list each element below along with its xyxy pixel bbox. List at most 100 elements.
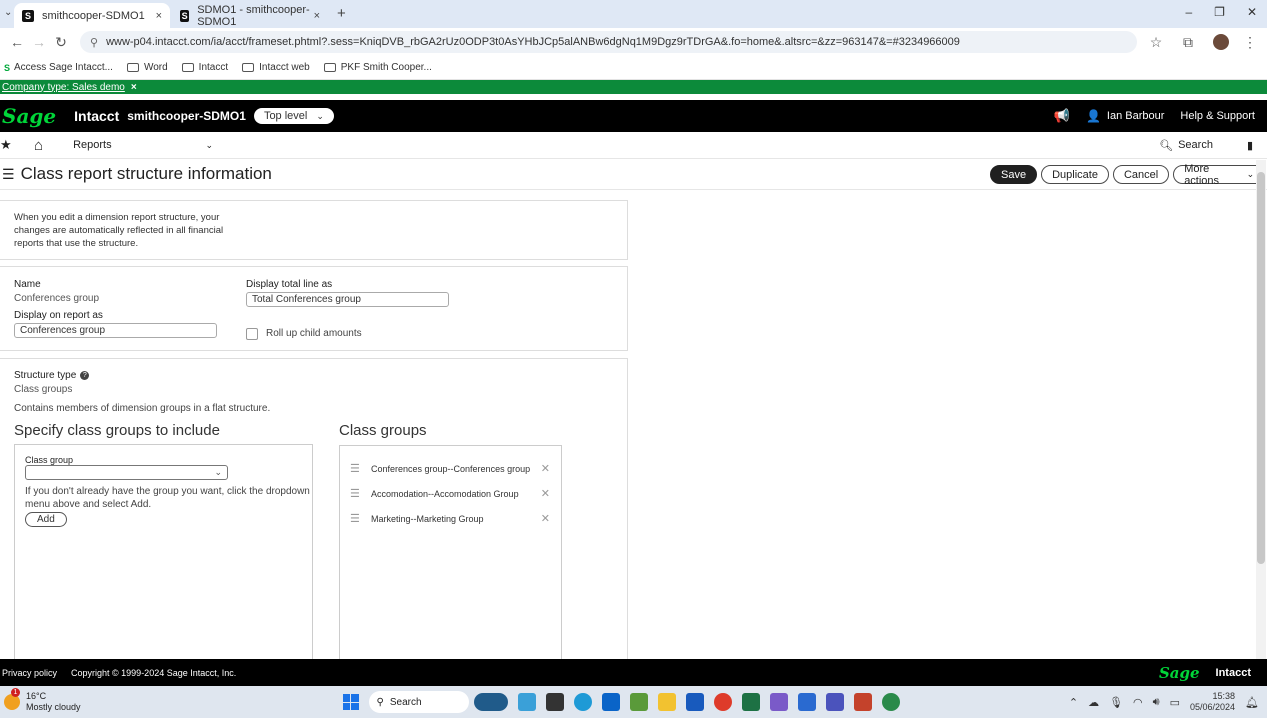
help-icon[interactable]: ? xyxy=(80,371,90,380)
remove-icon[interactable]: ✕ xyxy=(541,487,550,500)
search-label: Search xyxy=(1178,139,1213,151)
tab-sdmo1[interactable]: S SDMO1 - smithcooper-SDMO1 × xyxy=(172,3,328,28)
wifi-icon[interactable]: ◠ xyxy=(1133,696,1143,709)
display-on-report-input[interactable]: Conferences group xyxy=(14,323,217,338)
powerpoint-icon[interactable] xyxy=(853,693,872,711)
forward-icon[interactable]: → xyxy=(28,34,50,50)
folder-icon[interactable] xyxy=(657,693,676,711)
display-on-report-label: Display on report as xyxy=(14,310,103,321)
class-group-item-label: Conferences group--Conferences group xyxy=(371,463,531,474)
list-item[interactable]: ☰ Conferences group--Conferences group ✕ xyxy=(350,462,550,475)
windows-start-icon[interactable] xyxy=(342,694,359,710)
list-item[interactable]: ☰ Accomodation--Accomodation Group ✕ xyxy=(350,487,550,500)
rollup-label: Roll up child amounts xyxy=(266,328,362,339)
add-button[interactable]: Add xyxy=(25,512,67,527)
notification-bell-icon[interactable]: 🔔︎ xyxy=(1245,696,1259,709)
close-window-icon[interactable]: ✕ xyxy=(1247,5,1257,19)
reports-menu[interactable]: Reports ⌄ xyxy=(73,139,213,151)
remove-icon[interactable]: ✕ xyxy=(541,512,550,525)
url-field[interactable]: ⚲ www-p04.intacct.com/ia/acct/frameset.p… xyxy=(80,31,1137,53)
file-explorer-icon[interactable] xyxy=(545,693,564,711)
bookmark-intacct-web[interactable]: Intacct web xyxy=(242,62,310,73)
drag-handle-icon[interactable]: ☰ xyxy=(350,487,360,500)
user-name: Ian Barbour xyxy=(1106,110,1165,122)
edge-icon[interactable] xyxy=(573,693,592,711)
cancel-button[interactable]: Cancel xyxy=(1112,165,1170,184)
level-selector[interactable]: Top level ⌄ xyxy=(253,108,334,124)
onedrive-icon[interactable]: ☁ xyxy=(1088,696,1099,709)
home-icon[interactable]: ⌂ xyxy=(34,137,43,154)
profile-avatar[interactable] xyxy=(1213,34,1229,50)
user-menu[interactable]: 👤 Ian Barbour xyxy=(1086,109,1164,123)
outlook-icon[interactable] xyxy=(601,693,620,711)
list-menu-icon[interactable]: ☰ xyxy=(2,166,15,183)
microphone-icon[interactable]: 🎙︎ xyxy=(1109,696,1123,709)
bookmark-star-icon[interactable]: ☆ xyxy=(1145,34,1167,51)
bookmark-word[interactable]: Word xyxy=(126,62,168,73)
chevron-down-icon: ⌄ xyxy=(205,139,214,150)
name-panel: Name Conferences group Display total lin… xyxy=(0,266,628,351)
chevron-up-icon[interactable]: ⌃ xyxy=(1069,696,1078,709)
structure-description: Contains members of dimension groups in … xyxy=(14,403,271,414)
app-icon[interactable] xyxy=(769,693,788,711)
rollup-checkbox[interactable] xyxy=(246,328,258,340)
class-group-select[interactable]: ⌄ xyxy=(25,465,228,480)
structure-panel: Structure type ? Class groups Contains m… xyxy=(0,358,628,664)
scrollbar-thumb[interactable] xyxy=(1257,172,1265,564)
word-icon[interactable] xyxy=(685,693,704,711)
site-info-icon[interactable]: ⚲ xyxy=(90,36,98,49)
folder-icon xyxy=(242,63,255,72)
tab-list-chevron-icon[interactable]: ⌄ xyxy=(4,7,12,18)
minimize-icon[interactable]: – xyxy=(1185,5,1192,19)
remove-icon[interactable]: ✕ xyxy=(541,462,550,475)
display-total-input[interactable]: Total Conferences group xyxy=(246,292,449,307)
duplicate-button[interactable]: Duplicate xyxy=(1041,165,1109,184)
copilot-widget-icon[interactable] xyxy=(473,693,508,711)
save-button[interactable]: Save xyxy=(990,165,1038,184)
extensions-icon[interactable]: ⧉ xyxy=(1177,34,1199,51)
megaphone-icon[interactable]: 📢 xyxy=(1054,108,1070,124)
bookmark-intacct[interactable]: Intacct xyxy=(181,62,228,73)
chevron-down-icon: ⌄ xyxy=(1246,169,1255,179)
bookmark-pkf[interactable]: PKF Smith Cooper... xyxy=(323,62,432,73)
teams-icon[interactable] xyxy=(517,693,536,711)
drag-handle-icon[interactable]: ☰ xyxy=(350,462,360,475)
list-item[interactable]: ☰ Marketing--Marketing Group ✕ xyxy=(350,512,550,525)
clock-date: 05/06/2024 xyxy=(1189,702,1236,712)
new-tab-button[interactable]: + xyxy=(337,5,346,22)
clock[interactable]: 15:38 05/06/2024 xyxy=(1190,691,1235,713)
help-support-link[interactable]: Help & Support xyxy=(1180,110,1255,122)
taskbar-search[interactable]: ⚲ Search xyxy=(368,691,469,713)
sage-favicon-icon: S xyxy=(22,9,34,22)
teams-icon[interactable] xyxy=(825,693,844,711)
display-total-label: Display total line as xyxy=(246,279,333,290)
close-icon[interactable]: × xyxy=(314,10,320,22)
taskbar-search-label: Search xyxy=(389,696,422,708)
volume-icon[interactable]: 🔊︎ xyxy=(1153,696,1160,709)
structure-type-value: Class groups xyxy=(14,384,73,395)
app-icon[interactable] xyxy=(797,693,816,711)
privacy-policy-link[interactable]: Privacy policy xyxy=(2,668,57,678)
company-type-link[interactable]: Company type: Sales demo xyxy=(2,82,125,93)
weather-widget[interactable]: 1 16°C Mostly cloudy xyxy=(4,688,81,713)
search-menu[interactable]: 🔍︎ Search ▮ xyxy=(1159,139,1267,152)
close-icon[interactable]: × xyxy=(156,10,162,22)
battery-icon[interactable]: ▭ xyxy=(1170,696,1180,709)
chrome-icon[interactable] xyxy=(713,693,732,711)
browser-menu-icon[interactable]: ⋮ xyxy=(1239,34,1261,51)
excel-icon[interactable] xyxy=(741,693,760,711)
app-icon[interactable] xyxy=(629,693,648,711)
star-icon[interactable]: ★ xyxy=(0,137,14,153)
bookmark-access-sage[interactable]: S Access Sage Intacct... xyxy=(4,62,113,73)
more-actions-button[interactable]: More actions ⌄ xyxy=(1173,163,1266,187)
level-label: Top level xyxy=(263,110,308,122)
drag-handle-icon[interactable]: ☰ xyxy=(350,512,360,525)
chrome-profile-icon[interactable] xyxy=(881,693,900,711)
bookmark-icon[interactable]: ▮ xyxy=(1247,139,1253,152)
back-icon[interactable]: ← xyxy=(6,34,28,50)
reload-icon[interactable]: ↻ xyxy=(50,34,72,51)
close-icon[interactable]: × xyxy=(131,82,137,93)
app-top-nav: Sage Intacct smithcooper-SDMO1 Top level… xyxy=(0,100,1267,132)
tab-smithcooper[interactable]: S smithcooper-SDMO1 × xyxy=(14,3,170,28)
restore-icon[interactable]: ❐ xyxy=(1214,5,1225,19)
